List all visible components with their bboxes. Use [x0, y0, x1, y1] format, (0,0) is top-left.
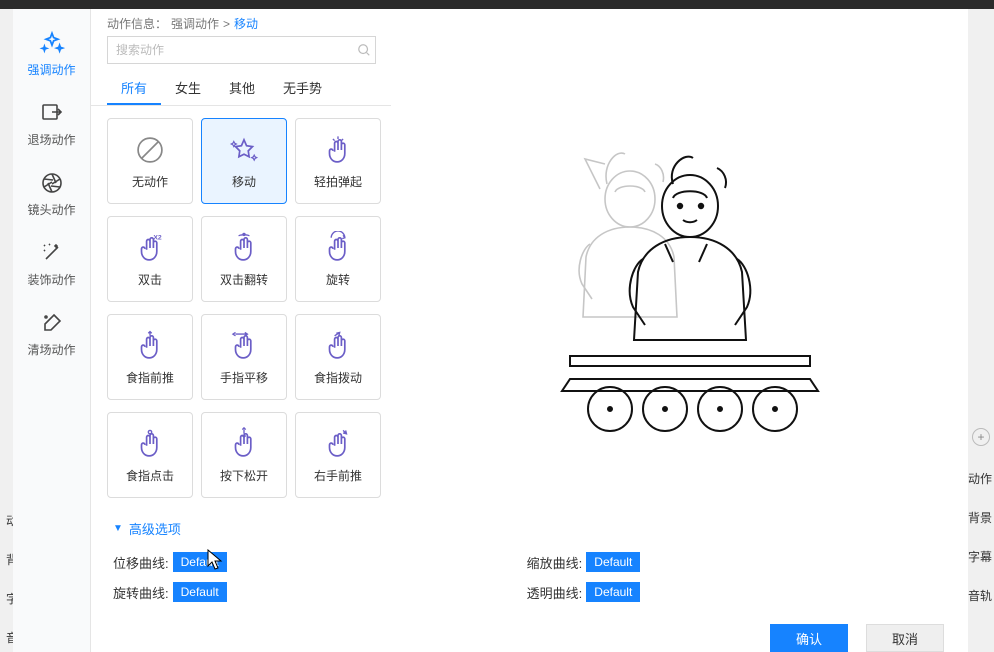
- finger-push-icon: [133, 329, 167, 363]
- action-card-label: 食指点击: [126, 467, 174, 484]
- action-dialog: 强调动作 退场动作 镜头动作 装饰动作: [13, 9, 968, 652]
- hand-rotate-icon: [321, 231, 355, 265]
- tab-all[interactable]: 所有: [107, 70, 161, 105]
- action-card-label: 双击: [138, 271, 162, 288]
- hand-push-icon: [321, 427, 355, 461]
- action-card-label: 双击翻转: [220, 271, 268, 288]
- press-release-icon: [227, 427, 261, 461]
- action-card-1[interactable]: 移动: [201, 118, 287, 204]
- action-card-label: 轻拍弹起: [314, 173, 362, 190]
- action-card-label: 无动作: [132, 173, 168, 190]
- action-grid-scroll[interactable]: 无动作 移动 轻拍弹起 X2 双击 双击翻转 旋转食指前推 手指平移 食指拨动食指点击 按下松开 右…: [91, 106, 391, 511]
- chevron-down-icon: ▼: [113, 523, 123, 534]
- sidebar-item-label: 强调动作: [27, 61, 75, 78]
- cancel-button[interactable]: 取消: [866, 624, 944, 652]
- tab-nogesture[interactable]: 无手势: [269, 70, 336, 105]
- rotation-curve-value[interactable]: Default: [173, 582, 227, 602]
- svg-text:X2: X2: [153, 234, 162, 241]
- ok-button[interactable]: 确认: [770, 624, 848, 652]
- sidebar-item-camera[interactable]: 镜头动作: [13, 159, 90, 229]
- sidebar-item-label: 镜头动作: [27, 201, 75, 218]
- category-sidebar: 强调动作 退场动作 镜头动作 装饰动作: [13, 9, 91, 652]
- search-input[interactable]: [107, 36, 376, 64]
- sidebar-item-decoration[interactable]: 装饰动作: [13, 229, 90, 299]
- sidebar-item-clear[interactable]: 清场动作: [13, 299, 90, 369]
- preview-pane: [391, 106, 968, 511]
- wand-icon: [39, 240, 65, 266]
- tab-other[interactable]: 其他: [215, 70, 269, 105]
- finger-click-icon: [133, 427, 167, 461]
- preview-illustration: [515, 144, 845, 474]
- position-curve-label: 位移曲线:: [113, 553, 169, 572]
- zoom-in-icon[interactable]: +: [972, 428, 990, 446]
- opacity-curve-value[interactable]: Default: [586, 582, 640, 602]
- action-card-label: 食指拨动: [314, 369, 362, 386]
- sidebar-item-label: 装饰动作: [27, 271, 75, 288]
- advanced-toggle[interactable]: ▼ 高级选项: [113, 519, 946, 538]
- brush-icon: [39, 310, 65, 336]
- sidebar-item-label: 退场动作: [27, 131, 75, 148]
- breadcrumb-current[interactable]: 移动: [234, 15, 258, 32]
- filter-tabs: 所有 女生 其他 无手势: [91, 70, 391, 106]
- action-card-2[interactable]: 轻拍弹起: [295, 118, 381, 204]
- action-card-4[interactable]: 双击翻转: [201, 216, 287, 302]
- sidebar-item-emphasis[interactable]: 强调动作: [13, 19, 90, 89]
- sparkle-icon: [39, 30, 65, 56]
- action-card-label: 手指平移: [220, 369, 268, 386]
- finger-flick-icon: [321, 329, 355, 363]
- scale-curve-value[interactable]: Default: [586, 552, 640, 572]
- hand-x2-icon: X2: [133, 231, 167, 265]
- position-curve-value[interactable]: Default: [173, 552, 227, 572]
- finger-move-icon: [227, 329, 261, 363]
- action-card-3[interactable]: X2 双击: [107, 216, 193, 302]
- scale-curve-label: 缩放曲线:: [527, 553, 583, 572]
- search-icon[interactable]: [357, 43, 371, 62]
- action-card-6[interactable]: 食指前推: [107, 314, 193, 400]
- opacity-curve-label: 透明曲线:: [527, 583, 583, 602]
- action-card-5[interactable]: 旋转: [295, 216, 381, 302]
- breadcrumb: 动作信息： 强调动作 > 移动: [91, 9, 968, 36]
- hand-double-icon: [227, 231, 261, 265]
- action-card-8[interactable]: 食指拨动: [295, 314, 381, 400]
- action-card-11[interactable]: 右手前推: [295, 412, 381, 498]
- action-card-10[interactable]: 按下松开: [201, 412, 287, 498]
- action-card-label: 旋转: [326, 271, 350, 288]
- exit-icon: [39, 100, 65, 126]
- action-card-7[interactable]: 手指平移: [201, 314, 287, 400]
- action-card-0[interactable]: 无动作: [107, 118, 193, 204]
- action-card-label: 右手前推: [314, 467, 362, 484]
- none-icon: [133, 133, 167, 167]
- rotation-curve-label: 旋转曲线:: [113, 583, 169, 602]
- star-sparkle-icon: [227, 133, 261, 167]
- action-card-9[interactable]: 食指点击: [107, 412, 193, 498]
- action-card-label: 移动: [232, 173, 256, 190]
- aperture-icon: [39, 170, 65, 196]
- sidebar-item-label: 清场动作: [27, 341, 75, 358]
- sidebar-item-exit[interactable]: 退场动作: [13, 89, 90, 159]
- action-card-label: 食指前推: [126, 369, 174, 386]
- hand-tap-icon: [321, 133, 355, 167]
- tab-female[interactable]: 女生: [161, 70, 215, 105]
- action-card-label: 按下松开: [220, 467, 268, 484]
- background-right-panel: 动作 背景 字幕 音轨: [968, 470, 992, 604]
